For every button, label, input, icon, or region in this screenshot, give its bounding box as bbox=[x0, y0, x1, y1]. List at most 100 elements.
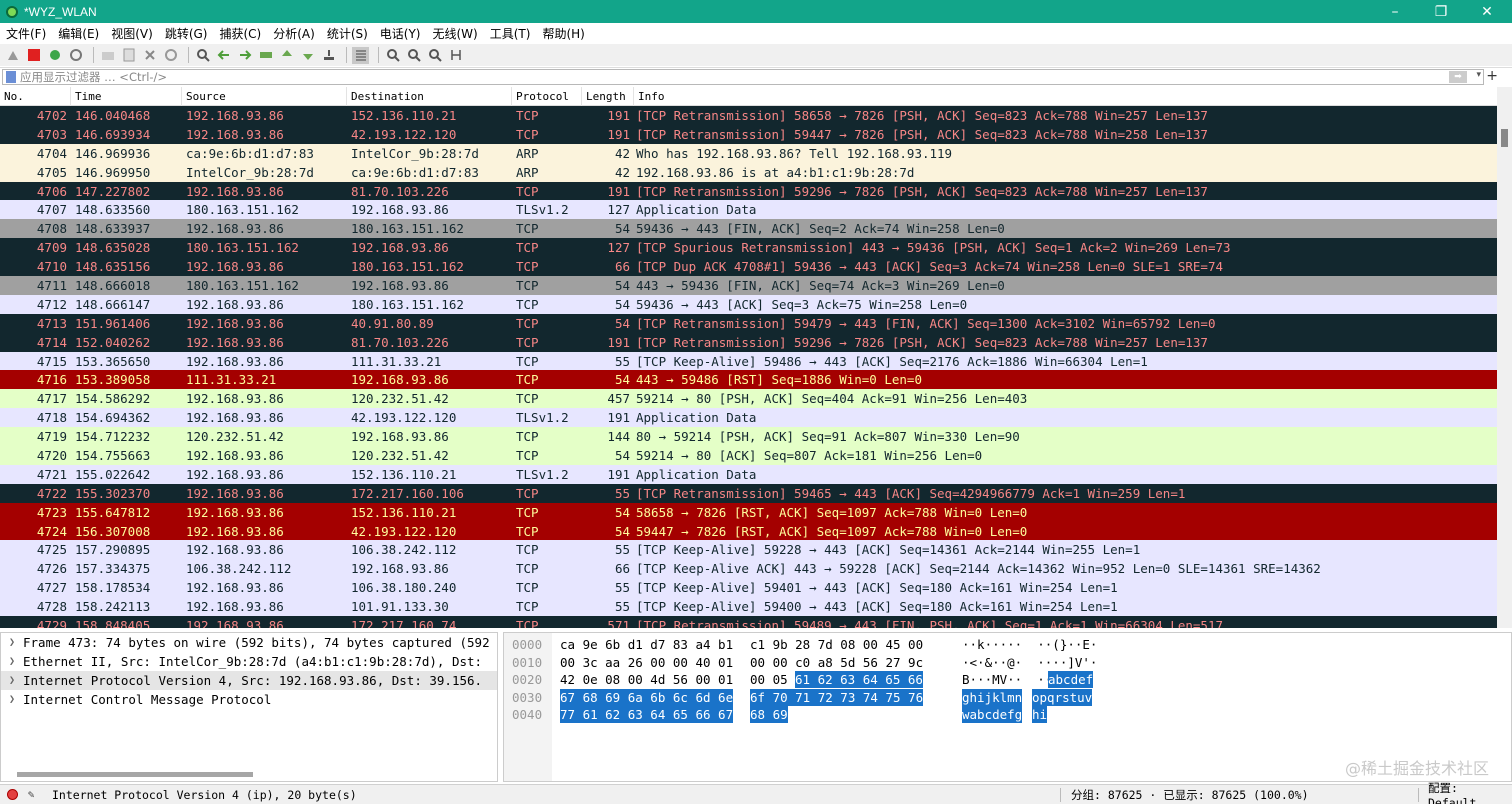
menu-item[interactable]: 无线(W) bbox=[427, 25, 484, 42]
first-packet-icon[interactable] bbox=[278, 47, 295, 64]
add-filter-button[interactable]: + bbox=[1486, 68, 1498, 84]
restore-button[interactable]: ❐ bbox=[1418, 0, 1464, 23]
packet-cell-len: 54 bbox=[614, 447, 630, 463]
menu-item[interactable]: 捕获(C) bbox=[213, 25, 267, 42]
packet-cell-no: 4728 bbox=[36, 599, 67, 615]
detail-tree-item[interactable]: ❯ Frame 473: 74 bytes on wire (592 bits),… bbox=[1, 633, 497, 652]
column-header-length[interactable]: Length bbox=[582, 87, 634, 106]
column-header-no[interactable]: No. bbox=[0, 87, 71, 106]
go-to-packet-icon[interactable] bbox=[257, 47, 274, 64]
close-button[interactable]: ✕ bbox=[1464, 0, 1510, 23]
packet-row[interactable]: 4721 155.022642 192.168.93.86 152.136.110.2… bbox=[0, 464, 1497, 484]
details-horizontal-scrollbar[interactable] bbox=[17, 772, 253, 777]
packet-row[interactable]: 4715 153.365650 192.168.93.86 111.31.33.21 T… bbox=[0, 351, 1497, 371]
menu-item[interactable]: 视图(V) bbox=[105, 25, 159, 42]
menu-item[interactable]: 工具(T) bbox=[484, 25, 537, 42]
menu-item[interactable]: 跳转(G) bbox=[159, 25, 214, 42]
packet-row[interactable]: 4708 148.633937 192.168.93.86 180.163.151.1… bbox=[0, 219, 1497, 239]
detail-tree-item[interactable]: ❯ Internet Control Message Protocol bbox=[1, 690, 497, 709]
zoom-in-icon[interactable] bbox=[384, 47, 401, 64]
packet-row[interactable]: 4713 151.961406 192.168.93.86 40.91.80.89 TC… bbox=[0, 313, 1497, 333]
go-forward-icon[interactable] bbox=[236, 47, 253, 64]
packet-row[interactable]: 4720 154.755663 192.168.93.86 120.232.51.42… bbox=[0, 446, 1497, 465]
packet-row[interactable]: 4705 146.969950 IntelCor_9b:28:7d ca:9e:6b:… bbox=[0, 162, 1497, 182]
packet-row[interactable]: 4716 153.389058 111.31.33.21 192.168.93.86 T… bbox=[0, 370, 1497, 390]
save-file-icon[interactable] bbox=[120, 47, 137, 64]
column-header-info[interactable]: Info bbox=[634, 87, 1497, 106]
last-packet-icon[interactable] bbox=[299, 47, 316, 64]
packet-row[interactable]: 4707 148.633560 180.163.151.162 192.168.93.… bbox=[0, 200, 1497, 220]
packet-row[interactable]: 4704 146.969936 ca:9e:6b:d1:d7:83 IntelCor_… bbox=[0, 143, 1497, 163]
status-profile[interactable]: 配置: Default bbox=[1428, 780, 1512, 804]
resize-columns-icon[interactable] bbox=[447, 47, 464, 64]
packet-row[interactable]: 4702 146.040468 192.168.93.86 152.136.110.2… bbox=[0, 106, 1497, 125]
packet-row[interactable]: 4728 158.242113 192.168.93.86 101.91.133.30… bbox=[0, 597, 1497, 617]
capture-comment-icon[interactable]: ✎ bbox=[24, 788, 38, 802]
packet-row[interactable]: 4725 157.290895 192.168.93.86 106.38.242.11… bbox=[0, 540, 1497, 560]
auto-scroll-icon[interactable] bbox=[320, 47, 337, 64]
menu-item[interactable]: 帮助(H) bbox=[536, 25, 590, 42]
status-packet-count: 分组: 87625 · 已显示: 87625 (100.0%) bbox=[1071, 787, 1309, 802]
menu-item[interactable]: 统计(S) bbox=[321, 25, 374, 42]
zoom-out-icon[interactable] bbox=[405, 47, 422, 64]
packet-row[interactable]: 4729 158.848405 192.168.93.86 172.217.160.7… bbox=[0, 616, 1497, 628]
restart-capture-icon[interactable] bbox=[46, 47, 63, 64]
menu-item[interactable]: 编辑(E) bbox=[52, 25, 105, 42]
ascii-text: B···MV·· ·· bbox=[962, 672, 1053, 687]
menu-item[interactable]: 文件(F) bbox=[0, 25, 52, 42]
status-divider bbox=[1418, 788, 1419, 802]
apply-filter-arrow-icon[interactable]: ➡ bbox=[1449, 71, 1467, 83]
detail-tree-item[interactable]: ❯ Internet Protocol Version 4, Src: 192.1… bbox=[1, 671, 497, 690]
column-header-source[interactable]: Source bbox=[182, 87, 347, 106]
packet-row[interactable]: 4722 155.302370 192.168.93.86 172.217.160.1… bbox=[0, 483, 1497, 503]
bookmark-icon[interactable] bbox=[6, 71, 16, 83]
packet-row[interactable]: 4714 152.040262 192.168.93.86 81.70.103.226… bbox=[0, 332, 1497, 352]
packet-details-pane[interactable]: ❯ Frame 473: 74 bytes on wire (592 bits),… bbox=[0, 632, 498, 782]
packet-row[interactable]: 4703 146.693934 192.168.93.86 42.193.122.12… bbox=[0, 124, 1497, 144]
packet-row[interactable]: 4717 154.586292 192.168.93.86 120.232.51.42… bbox=[0, 389, 1497, 409]
shark-fin-start-icon[interactable] bbox=[4, 47, 21, 64]
packet-row[interactable]: 4709 148.635028 180.163.151.162 192.168.93.… bbox=[0, 238, 1497, 258]
colorize-icon[interactable] bbox=[352, 46, 369, 64]
packet-row[interactable]: 4706 147.227802 192.168.93.86 81.70.103.226… bbox=[0, 181, 1497, 201]
packet-cell-no: 4705 bbox=[36, 164, 67, 180]
go-back-icon[interactable] bbox=[215, 47, 232, 64]
packet-list-scrollbar[interactable] bbox=[1497, 87, 1512, 628]
packet-cell-info: 80 → 59214 [PSH, ACK] Seq=91 Ack=807 Win… bbox=[636, 429, 1020, 445]
column-header-protocol[interactable]: Protocol bbox=[512, 87, 582, 106]
capture-options-icon[interactable] bbox=[67, 47, 84, 64]
packet-row[interactable]: 4726 157.334375 106.38.242.112 192.168.93.8… bbox=[0, 559, 1497, 579]
display-filter-input[interactable]: 应用显示过滤器 … <Ctrl-/> ➡ ▾ bbox=[2, 69, 1484, 85]
packet-cell-info: 443 → 59436 [FIN, ACK] Seq=74 Ack=3 Win=… bbox=[636, 277, 1005, 293]
packet-cell-proto: ARP bbox=[516, 145, 539, 161]
column-header-destination[interactable]: Destination bbox=[347, 87, 512, 106]
packet-row[interactable]: 4727 158.178534 192.168.93.86 106.38.180.24… bbox=[0, 578, 1497, 598]
normal-size-icon[interactable] bbox=[426, 47, 443, 64]
packet-row[interactable]: 4710 148.635156 192.168.93.86 180.163.151.1… bbox=[0, 257, 1497, 277]
expand-arrow-icon[interactable]: ❯ bbox=[1, 637, 23, 648]
stop-capture-icon[interactable] bbox=[25, 47, 42, 64]
close-file-icon[interactable] bbox=[141, 47, 158, 64]
packet-row[interactable]: 4723 155.647812 192.168.93.86 152.136.110.2… bbox=[0, 502, 1497, 522]
filter-dropdown-icon[interactable]: ▾ bbox=[1476, 70, 1481, 80]
packet-list[interactable]: No. Time Source Destination Protocol Len… bbox=[0, 87, 1497, 628]
expand-arrow-icon[interactable]: ❯ bbox=[1, 675, 23, 686]
packet-row[interactable]: 4711 148.666018 180.163.151.162 192.168.93.… bbox=[0, 276, 1497, 295]
find-packet-icon[interactable] bbox=[194, 47, 211, 64]
column-header-time[interactable]: Time bbox=[71, 87, 182, 106]
packet-row[interactable]: 4718 154.694362 192.168.93.86 42.193.122.12… bbox=[0, 408, 1497, 428]
minimize-button[interactable]: – bbox=[1372, 0, 1418, 23]
packet-bytes-pane[interactable]: 0000 ca 9e 6b d1 d7 83 a4 b1 c1 9b 28 7d 0… bbox=[503, 632, 1512, 782]
packet-row[interactable]: 4719 154.712232 120.232.51.42 192.168.93.86… bbox=[0, 427, 1497, 447]
packet-row[interactable]: 4712 148.666147 192.168.93.86 180.163.151.1… bbox=[0, 294, 1497, 314]
detail-tree-item[interactable]: ❯ Ethernet II, Src: IntelCor_9b:28:7d (a4… bbox=[1, 652, 497, 671]
open-file-icon[interactable] bbox=[99, 47, 116, 64]
menu-item[interactable]: 分析(A) bbox=[267, 25, 321, 42]
scrollbar-thumb[interactable] bbox=[1501, 129, 1508, 147]
expand-arrow-icon[interactable]: ❯ bbox=[1, 656, 23, 667]
menu-item[interactable]: 电话(Y) bbox=[374, 25, 427, 42]
packet-row[interactable]: 4724 156.307008 192.168.93.86 42.193.122.12… bbox=[0, 521, 1497, 541]
expand-arrow-icon[interactable]: ❯ bbox=[1, 694, 23, 705]
reload-file-icon[interactable] bbox=[162, 47, 179, 64]
expert-info-icon[interactable] bbox=[7, 789, 18, 800]
